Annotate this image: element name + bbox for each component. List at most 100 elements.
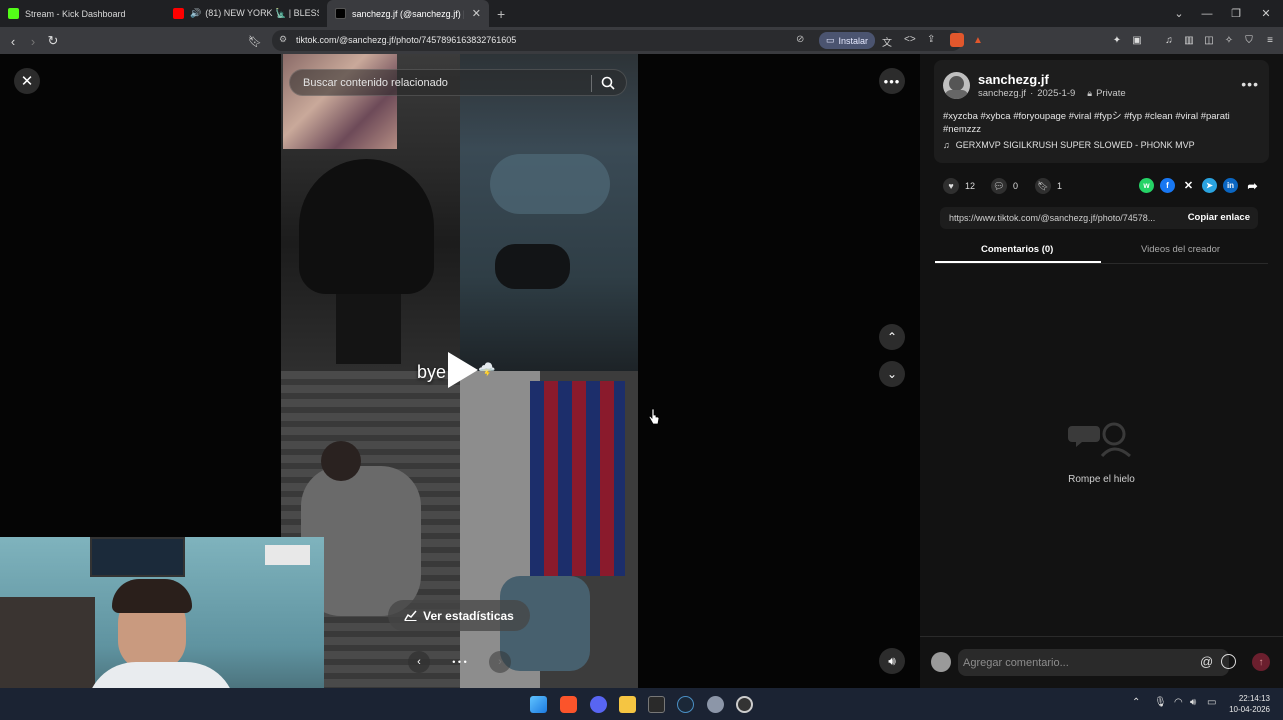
close-window-button[interactable]: ✕ <box>1252 0 1280 27</box>
emoji-icon[interactable] <box>1221 654 1236 669</box>
tab-search-chevron-icon[interactable]: ⌄ <box>1165 0 1193 27</box>
search-placeholder[interactable]: Buscar contenido relacionado <box>303 77 448 89</box>
facebook-icon[interactable]: f <box>1160 178 1175 193</box>
wallet-icon[interactable]: ▣ <box>1130 33 1144 47</box>
more-options-button[interactable]: ••• <box>879 68 905 94</box>
tray-chevron-icon[interactable]: ⌃ <box>1132 697 1140 708</box>
epic-games-icon[interactable] <box>648 696 665 713</box>
maximize-button[interactable]: ❐ <box>1222 0 1250 27</box>
whatsapp-icon[interactable]: w <box>1139 178 1154 193</box>
address-bar[interactable]: ⚙ tiktok.com/@sanchezg.jf/photo/74578961… <box>272 30 962 51</box>
like-stat[interactable]: ♥ 12 <box>943 178 975 194</box>
music-title[interactable]: GERXMVP SIGILKRUSH SUPER SLOWED - PHONK … <box>956 140 1195 150</box>
next-post-button[interactable]: ⌄ <box>879 361 905 387</box>
menu-icon[interactable]: ≡ <box>1263 33 1277 47</box>
view-stats-button[interactable]: Ver estadísticas <box>388 600 530 631</box>
translate-icon[interactable]: 文 <box>882 34 892 49</box>
tab-title: (81) NEW YORK 🗽 | BLESSD ( TR <box>205 8 319 18</box>
url-text[interactable]: tiktok.com/@sanchezg.jf/photo/7457896163… <box>296 35 516 45</box>
tab-kick-dashboard[interactable]: Stream - Kick Dashboard <box>0 0 165 27</box>
post-hashtags[interactable]: #xyzcba #xybca #foryoupage #viral #fypシ … <box>943 110 1259 136</box>
close-viewer-button[interactable]: ✕ <box>14 68 40 94</box>
file-explorer-icon[interactable] <box>619 696 636 713</box>
carousel-dots[interactable]: • • • <box>452 657 466 667</box>
system-clock[interactable]: 22:14:13 10-04-2026 <box>1229 693 1270 715</box>
minimize-button[interactable]: — <box>1193 0 1221 27</box>
vpn-icon[interactable]: ⛉ <box>1242 33 1256 47</box>
linkedin-icon[interactable]: in <box>1223 178 1238 193</box>
heart-icon[interactable]: ♥ <box>943 178 959 194</box>
windows-start-icon[interactable] <box>530 696 547 713</box>
play-icon[interactable] <box>444 350 480 390</box>
speech-bubbles-icon <box>1068 422 1131 458</box>
bookmark-icon[interactable]: 🔖︎ <box>246 32 264 50</box>
install-app-button[interactable]: ▭ Instalar <box>819 32 876 49</box>
volume-button[interactable]: 🔊︎ <box>879 648 905 674</box>
previous-post-button[interactable]: ⌃ <box>879 324 905 350</box>
extensions-icon[interactable]: ✦ <box>1110 33 1124 47</box>
settings-icon[interactable] <box>707 696 724 713</box>
copy-link-button[interactable]: Copiar enlace <box>1188 212 1250 223</box>
new-tab-button[interactable]: + <box>497 6 505 22</box>
tab-title: Stream - Kick Dashboard <box>25 8 126 19</box>
save-stat[interactable]: 🔖︎ 1 <box>1035 178 1062 194</box>
back-button[interactable]: ‹ <box>4 32 22 50</box>
sidebar-icon[interactable]: ▥ <box>1182 33 1196 47</box>
tab-comments[interactable]: Comentarios (0) <box>981 244 1053 255</box>
post-details-panel: sanchezg.jf sanchezg.jf · 2025-1-9 🔒︎ Pr… <box>920 54 1283 688</box>
music-icon[interactable]: ♫ <box>1162 33 1176 47</box>
youtube-icon <box>173 8 184 19</box>
brave-shield-icon[interactable] <box>950 33 964 47</box>
post-meta: sanchezg.jf · 2025-1-9 🔒︎ Private <box>978 88 1126 99</box>
ai-leo-icon[interactable]: ✧ <box>1222 33 1236 47</box>
carousel-prev-button[interactable]: ‹ <box>408 651 430 673</box>
save-count: 1 <box>1057 181 1063 191</box>
reload-button[interactable]: ↻ <box>44 32 62 50</box>
user-avatar[interactable] <box>931 652 951 672</box>
code-icon[interactable]: <> <box>904 34 916 45</box>
bookmark-icon[interactable]: 🔖︎ <box>1035 178 1051 194</box>
collage-photo-bottom-right <box>460 371 638 688</box>
cloud-emoji-icon: 🌩️ <box>478 361 496 377</box>
site-settings-icon[interactable]: ⚙ <box>279 34 287 45</box>
mention-button[interactable]: @ <box>1200 654 1213 669</box>
brave-rewards-icon[interactable]: ▲ <box>971 33 985 47</box>
share-page-icon[interactable]: ⇪ <box>927 34 935 45</box>
no-tracking-icon[interactable]: ⊘ <box>796 34 804 45</box>
share-arrow-icon[interactable]: ➦ <box>1245 178 1260 193</box>
carousel-next-button[interactable]: › <box>489 651 511 673</box>
kick-icon <box>8 8 19 19</box>
comment-stat[interactable]: 💬︎ 0 <box>991 178 1018 194</box>
speaker-icon[interactable]: 🔊 <box>190 8 201 19</box>
wallet-2-icon[interactable]: ◫ <box>1202 33 1216 47</box>
wifi-icon[interactable]: ◠ <box>1174 697 1183 708</box>
comment-icon[interactable]: 💬︎ <box>991 178 1007 194</box>
comment-input[interactable]: Agregar comentario... <box>958 649 1229 676</box>
close-tab-icon[interactable]: ✕ <box>472 7 481 20</box>
search-icon[interactable] <box>600 75 616 91</box>
x-twitter-icon[interactable]: ✕ <box>1181 178 1196 193</box>
related-search-bar[interactable]: Buscar contenido relacionado <box>289 69 627 96</box>
tab-creator-videos[interactable]: Videos del creador <box>1141 244 1220 255</box>
tab-tiktok[interactable]: sanchezg.jf (@sanchezg.jf) | TikT ✕ <box>327 0 489 27</box>
discord-icon[interactable] <box>590 696 607 713</box>
telegram-icon[interactable]: ➤ <box>1202 178 1217 193</box>
music-line[interactable]: ♫ GERXMVP SIGILKRUSH SUPER SLOWED - PHON… <box>943 140 1195 150</box>
forward-button[interactable]: › <box>24 32 42 50</box>
tab-youtube[interactable]: 🔊 (81) NEW YORK 🗽 | BLESSD ( TR <box>165 0 327 27</box>
comment-placeholder[interactable]: Agregar comentario... <box>963 657 1069 669</box>
post-more-menu-icon[interactable]: ••• <box>1241 76 1259 92</box>
obs-icon[interactable] <box>736 696 753 713</box>
steam-icon[interactable] <box>677 696 694 713</box>
volume-icon[interactable]: 🔊︎ <box>1190 697 1196 708</box>
brave-browser-icon[interactable] <box>560 696 577 713</box>
address-toolbar: ‹ › ↻ 🔖︎ ⚙ tiktok.com/@sanchezg.jf/photo… <box>0 27 1283 54</box>
post-link[interactable]: https://www.tiktok.com/@sanchezg.jf/phot… <box>949 213 1181 223</box>
send-comment-button[interactable]: ↑ <box>1252 653 1270 671</box>
creator-username[interactable]: sanchezg.jf <box>978 72 1049 87</box>
microphone-icon[interactable]: 🎙︎ <box>1154 697 1167 708</box>
tiktok-icon <box>335 8 346 19</box>
carousel-controls: ‹ • • • › <box>408 651 511 673</box>
battery-icon[interactable]: ▭ <box>1207 697 1216 708</box>
creator-avatar[interactable] <box>943 72 970 99</box>
